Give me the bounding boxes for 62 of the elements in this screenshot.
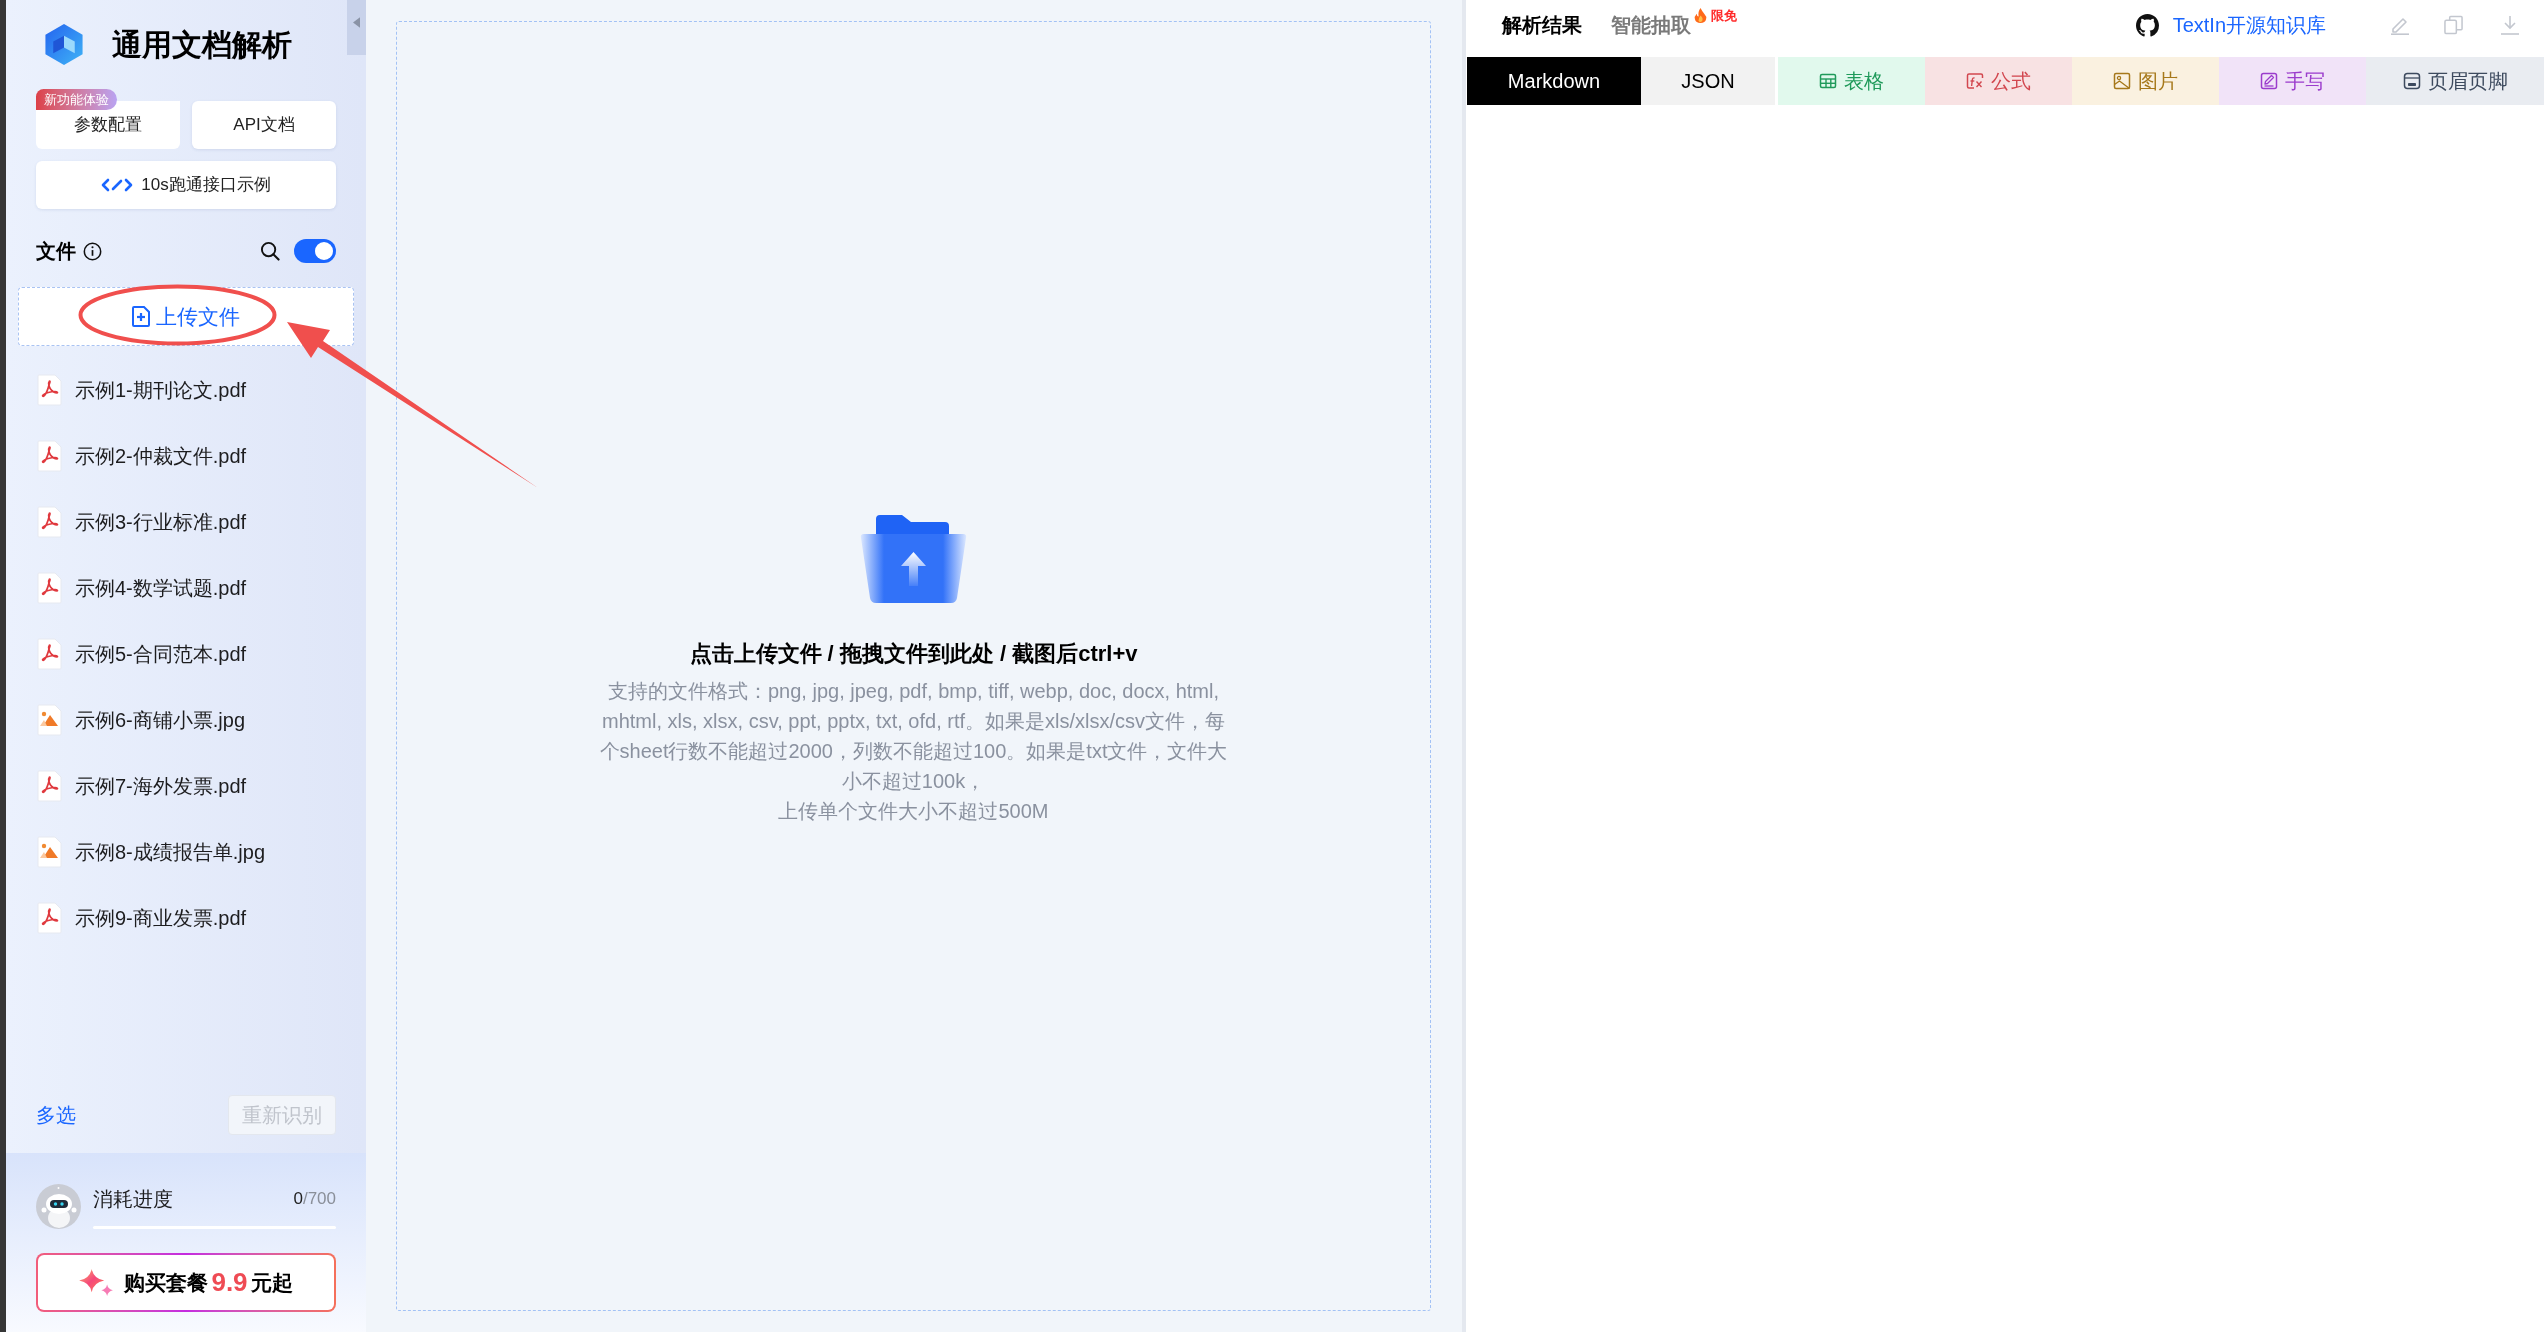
info-icon	[83, 241, 102, 261]
folder-upload-icon	[860, 514, 967, 604]
sidebar-button[interactable]: API文档	[192, 101, 336, 149]
pdf-file-icon	[37, 638, 62, 670]
supported-formats-text: 支持的文件格式：png, jpg, jpeg, pdf, bmp, tiff, webp, doc, docx, html, mhtml, xls, xlsx, csv, ppt, pptx, txt, ofd, rtf。如果是xls/xlsx/csv文件，每个sheet行数不能超过2000，列数不能超过100。如果是txt文件，文件大小不超过100k，	[598, 679, 1229, 794]
download-icon[interactable]	[2500, 15, 2520, 35]
image-icon	[2113, 72, 2131, 90]
view-tab[interactable]: 手写	[2219, 57, 2366, 105]
copy-icon[interactable]	[2444, 15, 2463, 35]
result-tab[interactable]: 智能抽取	[1611, 10, 1691, 40]
files-heading: 文件	[36, 239, 76, 264]
pdf-file-icon	[37, 374, 62, 406]
file-item[interactable]: 示例3-行业标准.pdf	[36, 489, 336, 555]
code-icon	[101, 178, 134, 192]
file-item[interactable]: 示例2-仲裁文件.pdf	[36, 423, 336, 489]
pencil-icon[interactable]	[2390, 15, 2410, 35]
multi-select-link[interactable]: 多选	[36, 1100, 76, 1130]
app-title: 通用文档解析	[112, 26, 292, 63]
file-item[interactable]: 示例9-商业发票.pdf	[36, 885, 336, 951]
usage-count: 0/700	[293, 1188, 336, 1211]
usage-label: 消耗进度	[93, 1187, 173, 1212]
toggle-switch[interactable]	[294, 239, 336, 263]
table-icon	[1819, 72, 1837, 90]
formula-icon	[1966, 72, 1984, 90]
view-tab[interactable]: 图片	[2072, 57, 2219, 105]
pdf-file-icon	[37, 902, 62, 934]
image-file-icon	[37, 836, 62, 868]
view-tab[interactable]: 页眉页脚	[2366, 57, 2544, 105]
handwriting-icon	[2260, 72, 2278, 90]
free-label: 限免	[1711, 7, 1737, 25]
file-item[interactable]: 示例6-商铺小票.jpg	[36, 687, 336, 753]
pdf-file-icon	[37, 506, 62, 538]
sidebar-button[interactable]: 新功能体验 参数配置	[36, 89, 180, 149]
search-icon[interactable]	[260, 241, 280, 261]
file-item[interactable]: 示例8-成绩报告单.jpg	[36, 819, 336, 885]
file-item[interactable]: 示例7-海外发票.pdf	[36, 753, 336, 819]
view-tab[interactable]: JSON	[1641, 57, 1775, 105]
caret-left-icon	[353, 17, 360, 28]
file-item[interactable]: 示例1-期刊论文.pdf	[36, 357, 336, 423]
buy-plan-button[interactable]: 购买套餐9.9元起	[36, 1253, 336, 1312]
view-tab[interactable]: Markdown	[1467, 57, 1641, 105]
pdf-file-icon	[37, 770, 62, 802]
header-footer-icon	[2402, 72, 2421, 90]
flame-icon	[1694, 8, 1707, 24]
new-feature-badge: 新功能体验	[36, 89, 117, 110]
collapse-handle[interactable]	[347, 0, 366, 55]
repo-link[interactable]: TextIn开源知识库	[2172, 10, 2326, 40]
file-item[interactable]: 示例4-数学试题.pdf	[36, 555, 336, 621]
cube-logo-icon	[44, 23, 84, 66]
example-button[interactable]: 10s跑通接口示例	[36, 161, 336, 209]
pdf-file-icon	[37, 572, 62, 604]
file-plus-icon	[132, 306, 150, 327]
upload-instructions: 点击上传文件 / 拖拽文件到此处 / 截图后ctrl+v	[689, 640, 1138, 668]
github-icon[interactable]	[2135, 13, 2159, 37]
result-tab[interactable]: 解析结果	[1502, 10, 1582, 40]
file-item[interactable]: 示例5-合同范本.pdf	[36, 621, 336, 687]
file-size-limit-text: 上传单个文件大小不超过500M	[778, 799, 1049, 824]
image-file-icon	[37, 704, 62, 736]
robot-avatar-icon	[36, 1184, 81, 1229]
pdf-file-icon	[37, 440, 62, 472]
sparkle-icon	[79, 1269, 115, 1296]
view-tab[interactable]: 公式	[1925, 57, 2072, 105]
